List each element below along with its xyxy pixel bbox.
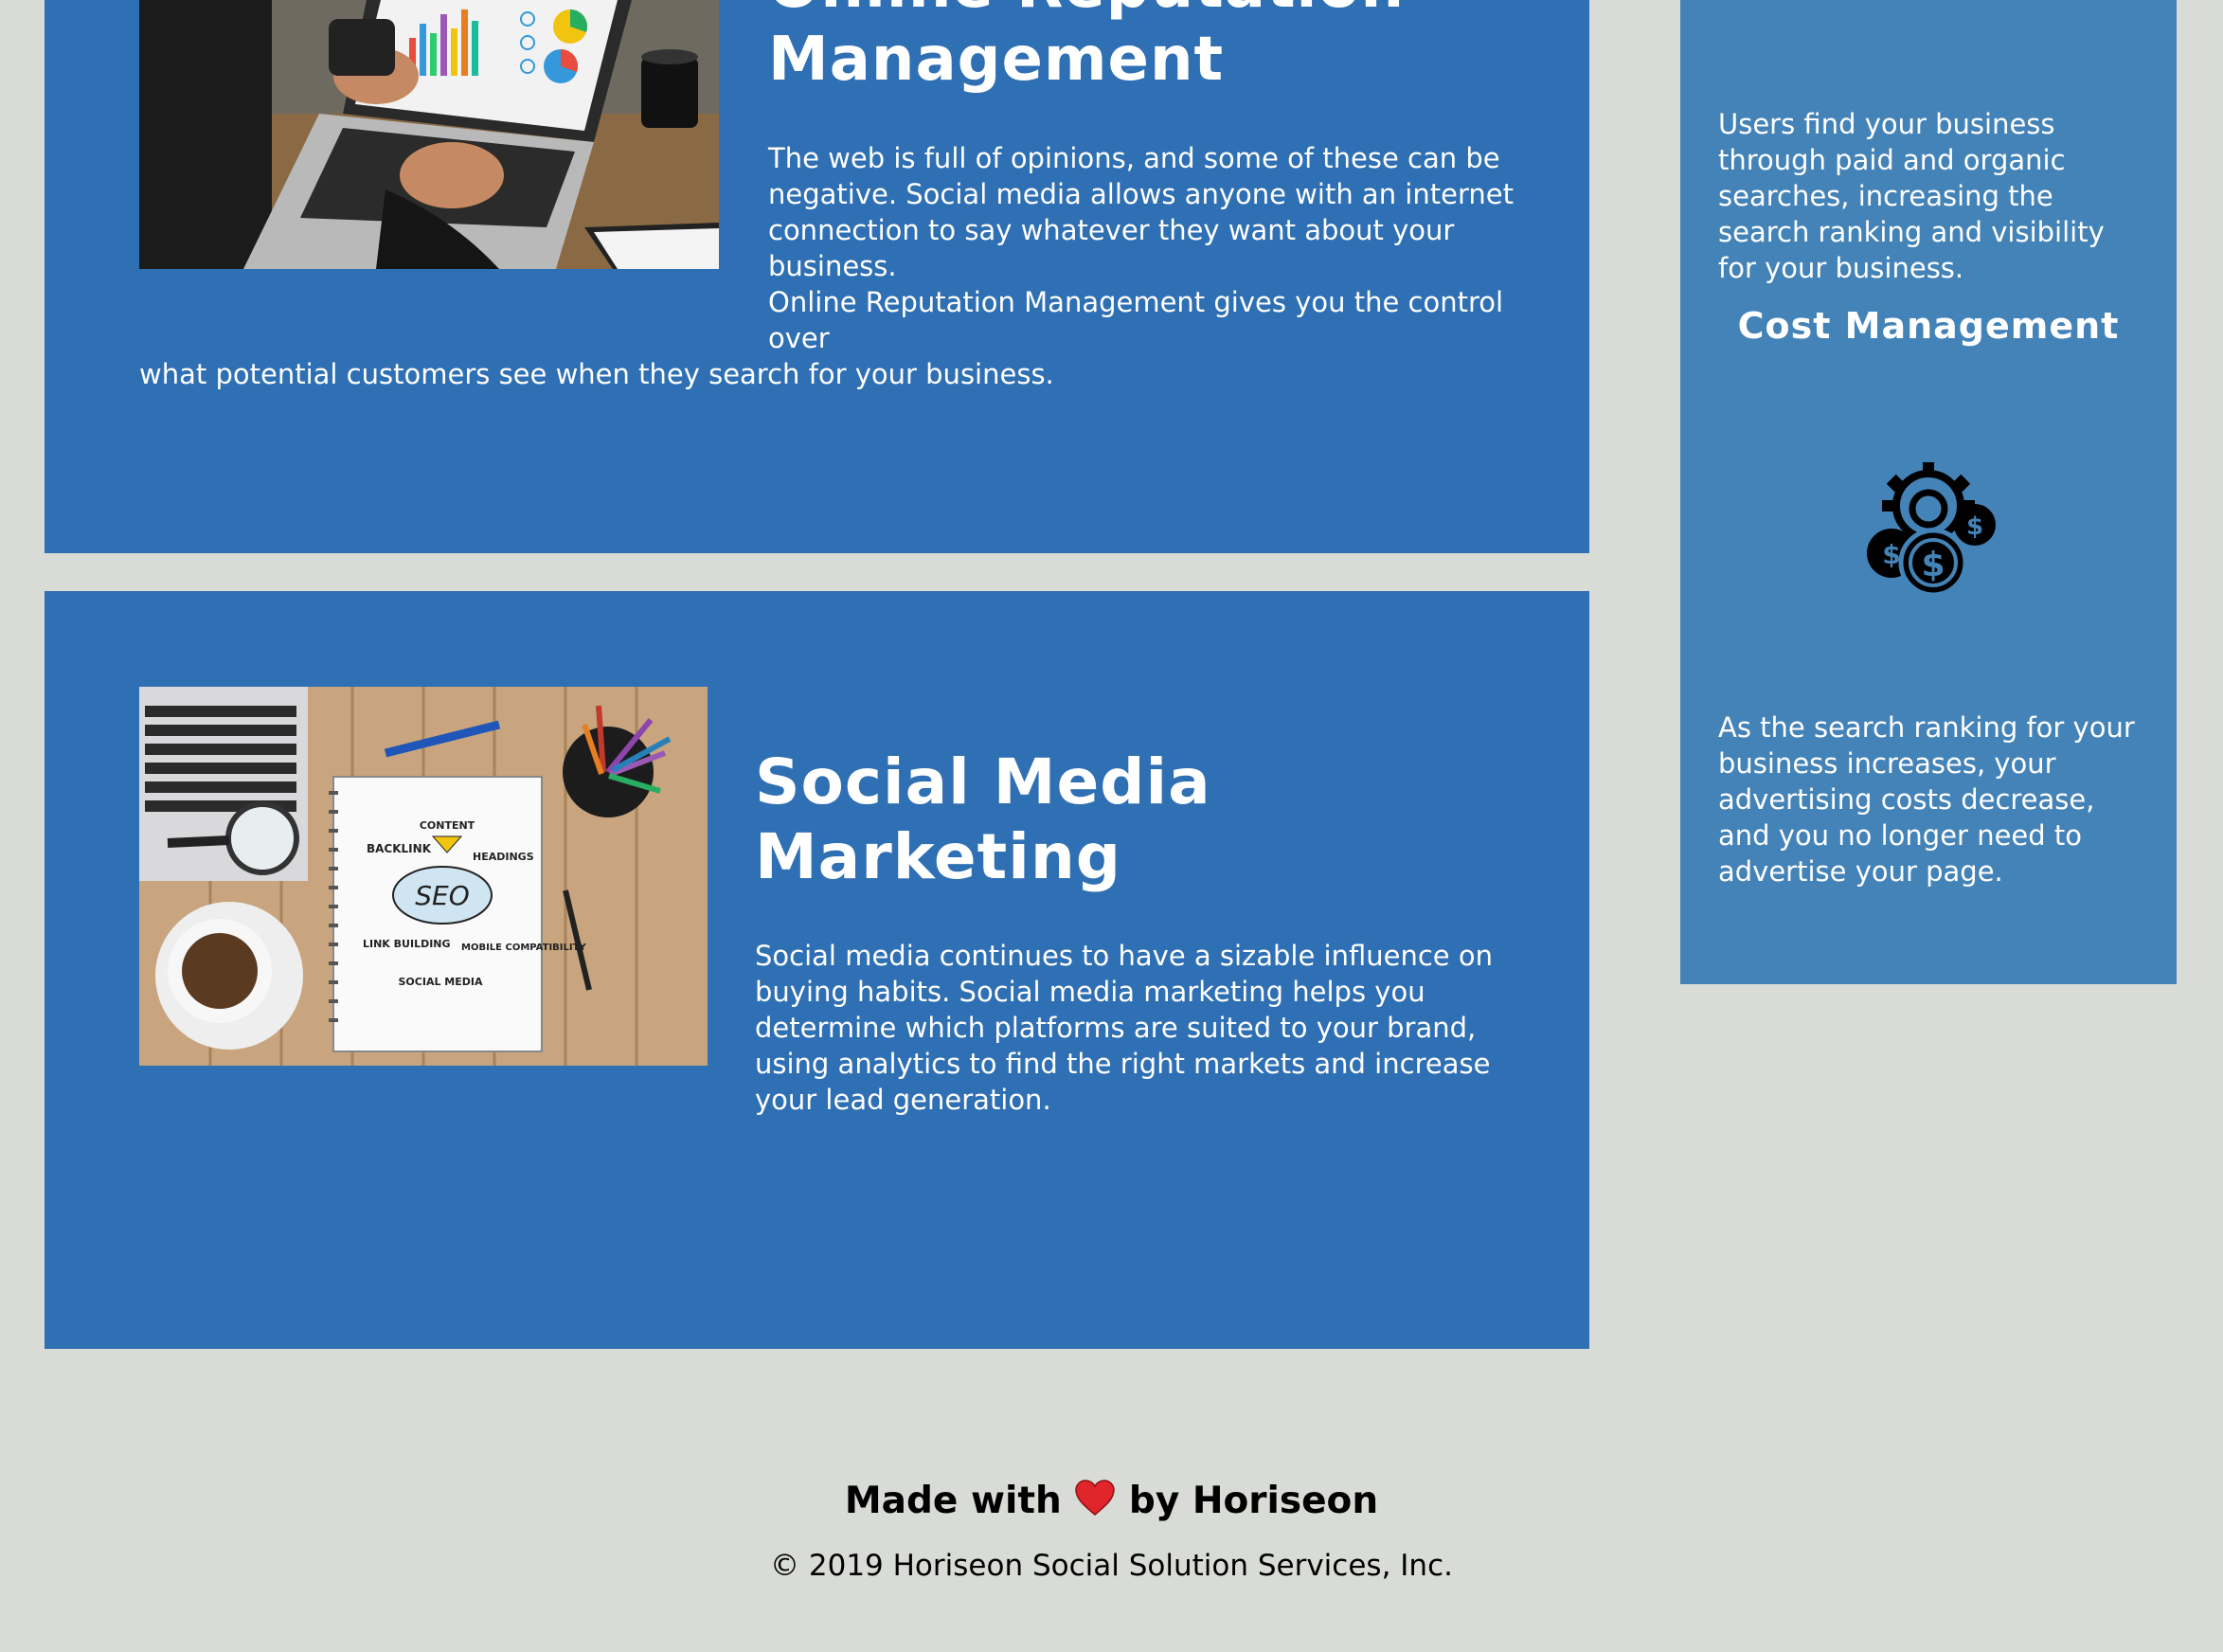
- mobile-compatibility-image-word: MOBILE COMPATIBILITY: [461, 943, 586, 953]
- content-image-word: CONTENT: [420, 819, 475, 832]
- text-line: The web is full of opinions, and some of…: [768, 142, 1500, 174]
- by-horiseon-text: by Horiseon: [1128, 1480, 1379, 1522]
- text-line: negative. Social media allows anyone wit…: [768, 178, 1514, 210]
- svg-text:$: $: [1882, 539, 1900, 570]
- copyright-text: © 2019 Horiseon Social Solution Services…: [770, 1549, 1453, 1583]
- seo-image-word: SEO: [415, 880, 470, 911]
- cost-management-text: As the search ranking for your business …: [1718, 711, 2135, 888]
- made-with-text: Made with: [844, 1480, 1062, 1522]
- seo-notebook-image: SEO CONTENT BACKLINK HEADINGS LINK BUILD…: [139, 687, 708, 1066]
- svg-text:$: $: [1966, 512, 1983, 541]
- page: Online Reputation Management The web is …: [0, 0, 2223, 1652]
- svg-text:$: $: [1921, 546, 1945, 584]
- card-title-online-reputation: Online Reputation Management: [768, 0, 1404, 95]
- card-title-social-media: Social Media Marketing: [755, 745, 1211, 894]
- cost-management-heading: Cost Management: [1737, 305, 2120, 347]
- benefits-sidebar: Users find your business through paid an…: [1680, 0, 2177, 984]
- search-ranking-benefit-text: Users find your business through paid an…: [1718, 108, 2105, 284]
- social-media-marketing-card: SEO CONTENT BACKLINK HEADINGS LINK BUILD…: [45, 591, 1589, 1349]
- card-text-social-media: Social media continues to have a sizable…: [755, 940, 1493, 1116]
- cost-management-icon: $ $ $: [1855, 457, 2002, 603]
- text-line: connection to say whatever they want abo…: [768, 214, 1455, 282]
- text-line: Online Reputation Management gives you t…: [768, 286, 1504, 354]
- text-line: what potential customers see when they s…: [139, 358, 1054, 390]
- backlink-image-word: BACKLINK: [367, 842, 432, 855]
- headings-image-word: HEADINGS: [473, 851, 534, 863]
- link-building-image-word: LINK BUILDING: [363, 938, 451, 950]
- online-reputation-management-card: Online Reputation Management The web is …: [45, 0, 1589, 553]
- card-text-online-reputation: The web is full of opinions, and some of…: [139, 140, 1541, 392]
- social-media-image-word: SOCIAL MEDIA: [399, 976, 483, 988]
- heart-icon: [1075, 1480, 1116, 1516]
- footer: Made with by Horiseon © 2019 Horiseon So…: [0, 1473, 2223, 1585]
- made-with-credit: Made with by Horiseon: [0, 1473, 2223, 1530]
